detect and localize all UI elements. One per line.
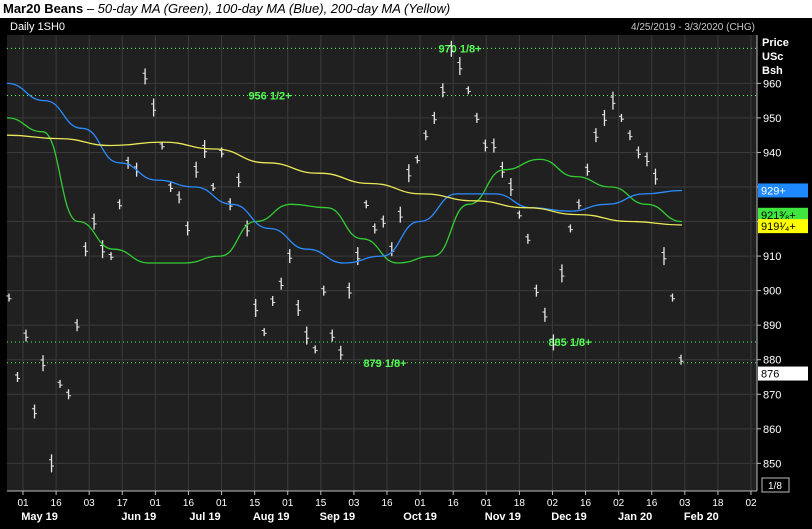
x-tick-label: 02 bbox=[613, 498, 625, 509]
axis-title-unit: USc bbox=[762, 51, 783, 63]
chart-title-bar: Mar20 Beans – 50-day MA (Green), 100-day… bbox=[0, 0, 812, 18]
x-tick-label: 16 bbox=[646, 498, 658, 509]
y-tick-label: 900 bbox=[763, 286, 781, 298]
y-tick-label: 860 bbox=[763, 424, 781, 436]
x-tick-label: 03 bbox=[679, 498, 691, 509]
chart-window: Mar20 Beans – 50-day MA (Green), 100-day… bbox=[0, 0, 812, 529]
x-tick-label: 15 bbox=[249, 498, 261, 509]
tag-ma100: 929+ bbox=[761, 185, 786, 197]
month-label: Nov 19 bbox=[485, 511, 521, 523]
month-label: May 19 bbox=[21, 511, 58, 523]
y-tick-label: 950 bbox=[763, 113, 781, 125]
x-tick-label: 03 bbox=[348, 498, 360, 509]
tag-ma200: 919¹⁄₄+ bbox=[761, 221, 796, 233]
x-tick-label: 16 bbox=[51, 498, 63, 509]
month-label: Jul 19 bbox=[189, 511, 220, 523]
level-label: 879 1/8+ bbox=[363, 358, 406, 370]
x-tick-label: 01 bbox=[150, 498, 162, 509]
y-tick-label: 870 bbox=[763, 389, 781, 401]
x-tick-label: 18 bbox=[712, 498, 724, 509]
x-tick-label: 01 bbox=[481, 498, 493, 509]
y-tick-label: 890 bbox=[763, 320, 781, 332]
corner-label: 1/8 bbox=[768, 481, 782, 492]
x-tick-label: 17 bbox=[117, 498, 129, 509]
x-tick-label: 01 bbox=[216, 498, 228, 509]
panel-label: Daily 1SH0 bbox=[10, 21, 65, 33]
x-tick-label: 16 bbox=[381, 498, 393, 509]
x-tick-label: 01 bbox=[17, 498, 29, 509]
x-tick-label: 02 bbox=[547, 498, 559, 509]
y-tick-label: 960 bbox=[763, 78, 781, 90]
x-tick-label: 16 bbox=[580, 498, 592, 509]
month-label: Oct 19 bbox=[403, 511, 437, 523]
tag-last-price: 876 bbox=[761, 369, 779, 381]
x-tick-label: 15 bbox=[315, 498, 327, 509]
y-tick-label: 850 bbox=[763, 458, 781, 470]
x-tick-label: 01 bbox=[415, 498, 427, 509]
x-tick-label: 16 bbox=[448, 498, 460, 509]
level-label: 970 1/8+ bbox=[438, 43, 481, 55]
x-tick-label: 18 bbox=[514, 498, 526, 509]
axis-title-price: Price bbox=[762, 37, 789, 49]
month-label: Dec 19 bbox=[551, 511, 586, 523]
x-tick-label: 02 bbox=[745, 498, 757, 509]
y-tick-label: 940 bbox=[763, 147, 781, 159]
date-range: 4/25/2019 - 3/3/2020 (CHG) bbox=[631, 22, 755, 33]
axis-title-bushel: Bsh bbox=[762, 65, 783, 77]
chart-title-symbol: Mar20 Beans bbox=[3, 1, 84, 16]
chart-title-description: – 50-day MA (Green), 100-day MA (Blue), … bbox=[83, 1, 451, 16]
month-label: Feb 20 bbox=[684, 511, 719, 523]
plot-area bbox=[7, 35, 757, 491]
month-label: Sep 19 bbox=[320, 511, 355, 523]
price-chart[interactable]: 970 1/8+ 956 1/2+ 885 1/8+ 879 1/8+ 850 860 8… bbox=[0, 18, 812, 529]
x-tick-label: 16 bbox=[183, 498, 195, 509]
level-label: 956 1/2+ bbox=[248, 90, 291, 102]
x-tick-label: 03 bbox=[84, 498, 96, 509]
y-tick-label: 910 bbox=[763, 251, 781, 263]
x-tick-label: 01 bbox=[282, 498, 294, 509]
month-label: Aug 19 bbox=[253, 511, 290, 523]
y-tick-label: 880 bbox=[763, 355, 781, 367]
level-label: 885 1/8+ bbox=[548, 337, 591, 349]
month-label: Jan 20 bbox=[618, 511, 652, 523]
month-label: Jun 19 bbox=[121, 511, 156, 523]
